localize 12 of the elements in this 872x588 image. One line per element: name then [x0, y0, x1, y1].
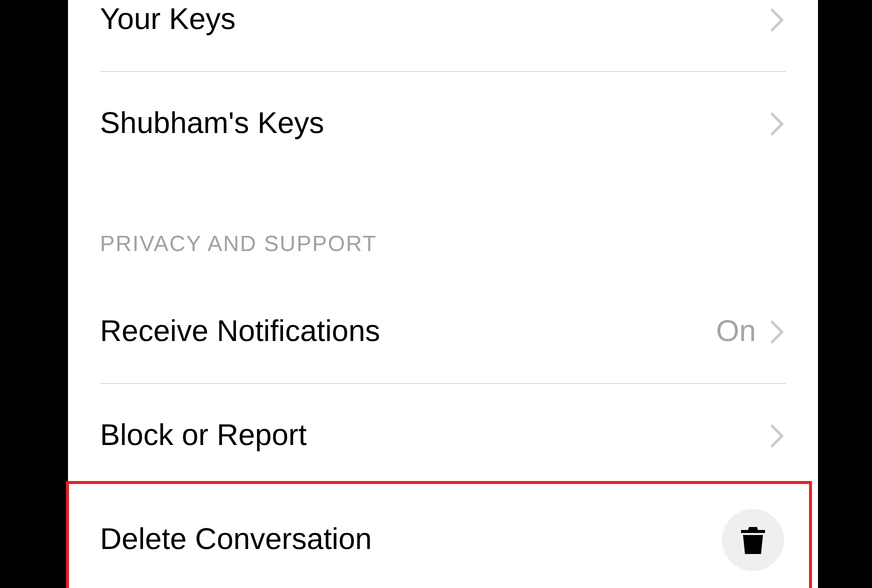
row-label[interactable]: Receive Notifications [100, 314, 716, 348]
chevron-icon [770, 320, 784, 344]
chevron-icon [770, 424, 784, 448]
trash-icon [739, 525, 767, 555]
row-value: On [716, 314, 756, 348]
chevron-icon [770, 8, 784, 32]
chevron-icon [770, 112, 784, 136]
row-label[interactable]: Your Keys [100, 2, 770, 36]
section-header: PRIVACY AND SUPPORT [100, 231, 378, 258]
row-label[interactable]: Delete Conversation [100, 523, 722, 557]
row-label[interactable]: Shubham's Keys [100, 107, 770, 141]
row-label[interactable]: Block or Report [100, 419, 770, 453]
